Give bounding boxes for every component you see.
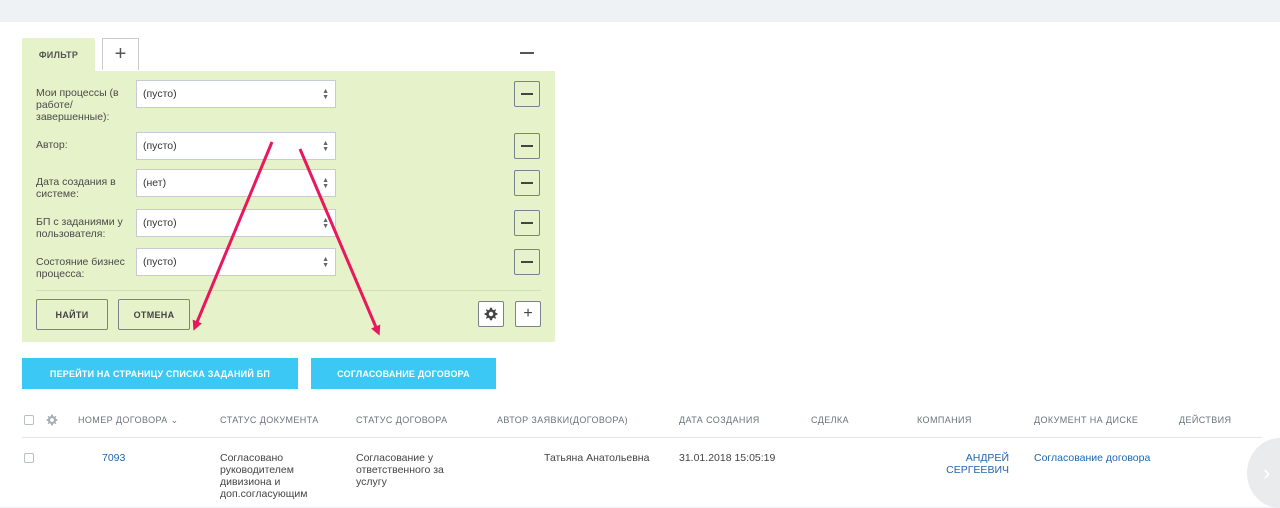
created-cell: 31.01.2018 15:05:19 <box>679 452 776 464</box>
contract-approval-button[interactable]: СОГЛАСОВАНИЕ ДОГОВОРА <box>311 358 496 389</box>
add-field-button[interactable]: + <box>515 301 541 327</box>
find-button[interactable]: НАЙТИ <box>36 299 108 330</box>
remove-field-button[interactable] <box>514 133 540 159</box>
sort-chevron-down-icon: ⌄ <box>170 415 179 425</box>
filter-label: Дата создания в системе: <box>36 176 116 200</box>
filter-select-created[interactable]: (нет) ▲ ▼ <box>136 169 336 197</box>
select-value: (пусто) <box>143 140 177 152</box>
select-arrows-icon: ▲ ▼ <box>322 88 329 101</box>
minus-icon <box>521 145 533 147</box>
table-header-divider <box>22 437 1262 438</box>
filter-label: БП с заданиями у пользователя: <box>36 216 123 240</box>
tab-filter[interactable]: ФИЛЬТР <box>22 38 95 71</box>
select-value: (пусто) <box>143 88 177 100</box>
filter-select-bp-tasks[interactable]: (пусто) ▲ ▼ <box>136 209 336 237</box>
select-all-checkbox[interactable] <box>24 415 34 425</box>
row-checkbox[interactable] <box>24 453 34 463</box>
company-name: АНДРЕЙ СЕРГЕЕВИЧ <box>946 452 1009 476</box>
filter-label: Состояние бизнес процесса: <box>36 256 125 280</box>
collapse-filter-button[interactable] <box>516 44 538 62</box>
filter-panel: Мои процессы (в работе/ завершенные): (п… <box>22 71 555 342</box>
remove-field-button[interactable] <box>514 249 540 275</box>
select-value: (пусто) <box>143 256 177 268</box>
column-header-label: НОМЕР ДОГОВОРА <box>78 415 168 425</box>
filter-select-my-processes[interactable]: (пусто) ▲ ▼ <box>136 80 336 108</box>
column-header-author[interactable]: АВТОР ЗАЯВКИ(ДОГОВОРА) <box>497 415 628 425</box>
goto-tasks-list-button[interactable]: ПЕРЕЙТИ НА СТРАНИЦУ СПИСКА ЗАДАНИЙ БП <box>22 358 298 389</box>
contract-number-link[interactable]: 7093 <box>102 452 125 464</box>
minus-icon <box>521 222 533 224</box>
filter-label: Мои процессы (в работе/ завершенные): <box>36 87 119 123</box>
company-link[interactable]: АНДРЕЙ СЕРГЕЕВИЧ <box>917 452 1009 476</box>
minus-icon <box>521 93 533 95</box>
disk-document-link[interactable]: Согласование договора <box>1034 452 1150 464</box>
minus-icon <box>520 52 534 54</box>
column-header-company[interactable]: КОМПАНИЯ <box>917 415 972 425</box>
select-value: (нет) <box>143 177 167 189</box>
column-header-contract-status[interactable]: СТАТУС ДОГОВОРА <box>356 415 448 425</box>
select-arrows-icon: ▲ ▼ <box>322 256 329 269</box>
page-header-strip <box>0 0 1280 22</box>
chevron-right-icon: › <box>1263 460 1271 485</box>
column-header-disk-document[interactable]: ДОКУМЕНТ НА ДИСКЕ <box>1034 415 1138 425</box>
filter-select-author[interactable]: (пусто) ▲ ▼ <box>136 132 336 160</box>
column-header-number[interactable]: НОМЕР ДОГОВОРА ⌄ <box>78 415 179 426</box>
select-value: (пусто) <box>143 217 177 229</box>
filter-label: Автор: <box>36 139 68 151</box>
remove-field-button[interactable] <box>514 210 540 236</box>
column-header-actions[interactable]: ДЕЙСТВИЯ <box>1179 415 1231 425</box>
doc-status-cell: Согласовано руководителем дивизиона и до… <box>220 452 308 500</box>
add-filter-tab-button[interactable]: + <box>102 38 139 70</box>
gear-icon <box>484 307 498 321</box>
column-header-doc-status[interactable]: СТАТУС ДОКУМЕНТА <box>220 415 319 425</box>
contract-status-cell: Согласование у ответственного за услугу <box>356 452 444 488</box>
gear-icon[interactable] <box>46 414 58 426</box>
minus-icon <box>521 182 533 184</box>
remove-field-button[interactable] <box>514 170 540 196</box>
select-arrows-icon: ▲ ▼ <box>322 177 329 190</box>
remove-field-button[interactable] <box>514 81 540 107</box>
column-header-deal[interactable]: СДЕЛКА <box>811 415 849 425</box>
minus-icon <box>521 261 533 263</box>
column-header-created[interactable]: ДАТА СОЗДАНИЯ <box>679 415 760 425</box>
author-cell: Татьяна Анатольевна <box>544 452 650 464</box>
select-arrows-icon: ▲ ▼ <box>322 217 329 230</box>
filter-settings-button[interactable] <box>478 301 504 327</box>
cancel-button[interactable]: ОТМЕНА <box>118 299 190 330</box>
filter-divider <box>36 290 541 291</box>
filter-select-bp-state[interactable]: (пусто) ▲ ▼ <box>136 248 336 276</box>
select-arrows-icon: ▲ ▼ <box>322 140 329 153</box>
